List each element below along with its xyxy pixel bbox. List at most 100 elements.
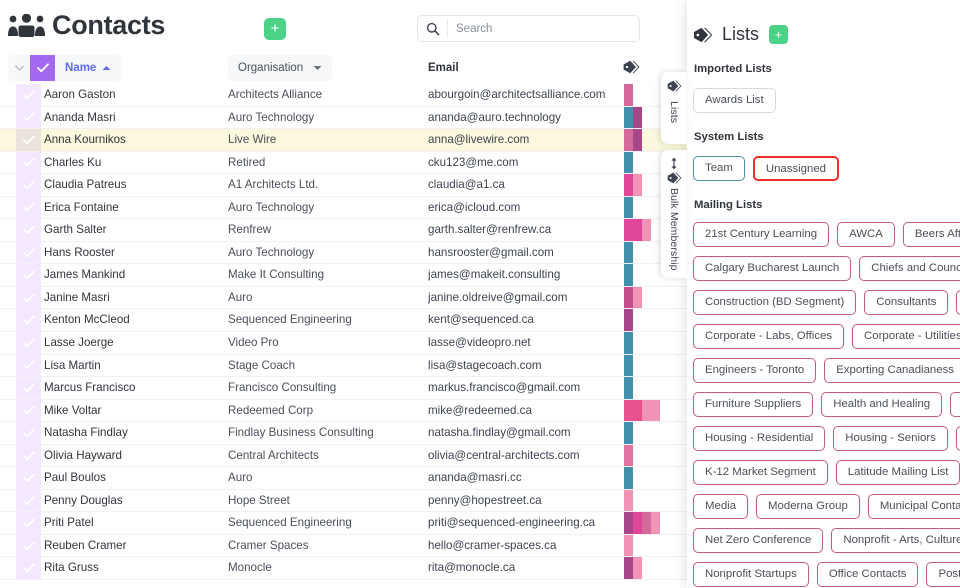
table-row[interactable]: Rita GrussMonoclerita@monocle.ca — [0, 557, 687, 580]
mailing-list-chip[interactable]: Furniture Suppliers — [693, 392, 813, 417]
table-row[interactable]: Marcus FranciscoFrancisco Consultingmark… — [0, 377, 687, 400]
tag-bar[interactable] — [624, 309, 633, 331]
tag-bar[interactable] — [633, 129, 642, 151]
row-checkbox[interactable] — [16, 467, 41, 489]
side-tab-lists[interactable]: Lists — [661, 72, 687, 144]
row-checkbox[interactable] — [16, 84, 41, 106]
tag-bar[interactable] — [651, 400, 660, 422]
row-checkbox[interactable] — [16, 152, 41, 174]
mailing-list-chip[interactable]: AWCA — [837, 222, 895, 247]
mailing-list-chip[interactable]: Housing - Residential — [693, 426, 825, 451]
row-checkbox[interactable] — [16, 490, 41, 512]
name-column-label[interactable]: Name — [55, 62, 102, 74]
row-checkbox[interactable] — [16, 422, 41, 444]
tag-bar[interactable] — [633, 400, 642, 422]
mailing-list-chip[interactable]: Engineers - Toronto — [693, 358, 816, 383]
table-row[interactable]: Aaron GastonArchitects Allianceabourgoin… — [0, 84, 687, 107]
cell-tag-bars[interactable] — [624, 264, 633, 286]
table-row[interactable]: Claudia PatreusA1 Architects Ltd.claudia… — [0, 174, 687, 197]
tag-bar[interactable] — [624, 355, 633, 377]
tag-bar[interactable] — [624, 332, 633, 354]
row-checkbox[interactable] — [16, 332, 41, 354]
table-row[interactable]: Charles KuRetiredcku123@me.com — [0, 152, 687, 175]
table-row[interactable]: Erica FontaineAuro Technologyerica@iclou… — [0, 197, 687, 220]
mailing-list-chip[interactable]: Post-Se — [926, 562, 960, 587]
mailing-list-chip[interactable]: Nonprofit Startups — [693, 562, 809, 587]
row-checkbox[interactable] — [16, 129, 41, 151]
mailing-list-chip[interactable]: Construction (BD Segment) — [693, 290, 856, 315]
table-row[interactable]: Garth SalterRenfrewgarth.salter@renfrew.… — [0, 219, 687, 242]
cell-tag-bars[interactable] — [624, 490, 633, 512]
mailing-list-chip[interactable]: IN T — [956, 426, 960, 451]
mailing-list-chip[interactable]: Corporate - Labs, Offices — [693, 324, 844, 349]
row-checkbox[interactable] — [16, 400, 41, 422]
table-row[interactable]: Anna KournikosLive Wireanna@livewire.com — [0, 129, 687, 152]
tag-bar[interactable] — [624, 512, 633, 534]
tag-bar[interactable] — [633, 557, 642, 579]
row-checkbox[interactable] — [16, 377, 41, 399]
tag-bar[interactable] — [624, 242, 633, 264]
row-checkbox[interactable] — [16, 535, 41, 557]
select-all-checkbox[interactable] — [30, 55, 55, 81]
cell-tag-bars[interactable] — [624, 400, 660, 422]
chevron-down-icon[interactable] — [8, 55, 30, 81]
tag-bar[interactable] — [633, 219, 642, 241]
cell-tag-bars[interactable] — [624, 557, 642, 579]
mailing-list-chip[interactable]: Health and Healing — [821, 392, 942, 417]
row-checkbox[interactable] — [16, 309, 41, 331]
table-row[interactable]: Lasse JoergeVideo Prolasse@videopro.net — [0, 332, 687, 355]
row-checkbox[interactable] — [16, 557, 41, 579]
mailing-list-chip[interactable]: Net Zero Conference — [693, 528, 823, 553]
row-checkbox[interactable] — [16, 445, 41, 467]
tag-bar[interactable] — [624, 129, 633, 151]
tag-bar[interactable] — [624, 219, 633, 241]
table-row[interactable]: Lisa MartinStage Coachlisa@stagecoach.co… — [0, 355, 687, 378]
cell-tag-bars[interactable] — [624, 152, 633, 174]
row-checkbox[interactable] — [16, 174, 41, 196]
tag-bar[interactable] — [624, 400, 633, 422]
tag-bar[interactable] — [633, 287, 642, 309]
caret-up-icon[interactable] — [102, 65, 121, 71]
mailing-list-chip[interactable]: Chiefs and Council M — [859, 256, 960, 281]
system-list-chip[interactable]: Unassigned — [753, 156, 839, 181]
tag-bar[interactable] — [651, 512, 660, 534]
mailing-list-chip[interactable]: Office Contacts — [817, 562, 919, 587]
cell-tag-bars[interactable] — [624, 309, 633, 331]
row-checkbox[interactable] — [16, 219, 41, 241]
tag-bar[interactable] — [624, 377, 633, 399]
tag-bar[interactable] — [624, 467, 633, 489]
table-row[interactable]: Kenton McCleodSequenced Engineeringkent@… — [0, 309, 687, 332]
table-row[interactable]: Priti PatelSequenced Engineeringpriti@se… — [0, 512, 687, 535]
mailing-list-chip[interactable]: Media — [693, 494, 748, 519]
tag-bar[interactable] — [624, 445, 633, 467]
tag-bar[interactable] — [633, 174, 642, 196]
mailing-list-chip[interactable]: Exporting Canadianess — [824, 358, 960, 383]
row-checkbox[interactable] — [16, 197, 41, 219]
tag-bar[interactable] — [624, 287, 633, 309]
mailing-list-chip[interactable]: Consultants — [864, 290, 948, 315]
add-list-button[interactable]: + — [769, 25, 788, 44]
row-checkbox[interactable] — [16, 355, 41, 377]
row-checkbox[interactable] — [16, 264, 41, 286]
mailing-list-chip[interactable]: Co — [956, 290, 960, 315]
mailing-list-chip[interactable]: K-12 Market Segment — [693, 460, 828, 485]
side-tab-bulk-membership[interactable]: Bulk Membership — [661, 150, 687, 278]
table-row[interactable]: Mike VoltarRedeemed Corpmike@redeemed.ca — [0, 400, 687, 423]
cell-tag-bars[interactable] — [624, 174, 642, 196]
row-checkbox[interactable] — [16, 287, 41, 309]
mailing-list-chip[interactable]: Calgary Bucharest Launch — [693, 256, 851, 281]
tag-bar[interactable] — [642, 512, 651, 534]
cell-tag-bars[interactable] — [624, 242, 633, 264]
row-checkbox[interactable] — [16, 242, 41, 264]
search-box[interactable] — [417, 15, 640, 42]
tag-bar[interactable] — [624, 84, 633, 106]
email-column-header[interactable]: Email — [428, 55, 459, 81]
row-checkbox[interactable] — [16, 107, 41, 129]
mailing-list-chip[interactable]: Housing - Seniors — [833, 426, 948, 451]
imported-list-chip[interactable]: Awards List — [693, 88, 776, 113]
cell-tag-bars[interactable] — [624, 512, 660, 534]
table-row[interactable]: Paul BoulosAuroananda@masri.cc — [0, 467, 687, 490]
tag-bar[interactable] — [624, 174, 633, 196]
mailing-list-chip[interactable]: Nonprofit - Arts, Culture — [831, 528, 960, 553]
search-input[interactable] — [456, 16, 636, 41]
